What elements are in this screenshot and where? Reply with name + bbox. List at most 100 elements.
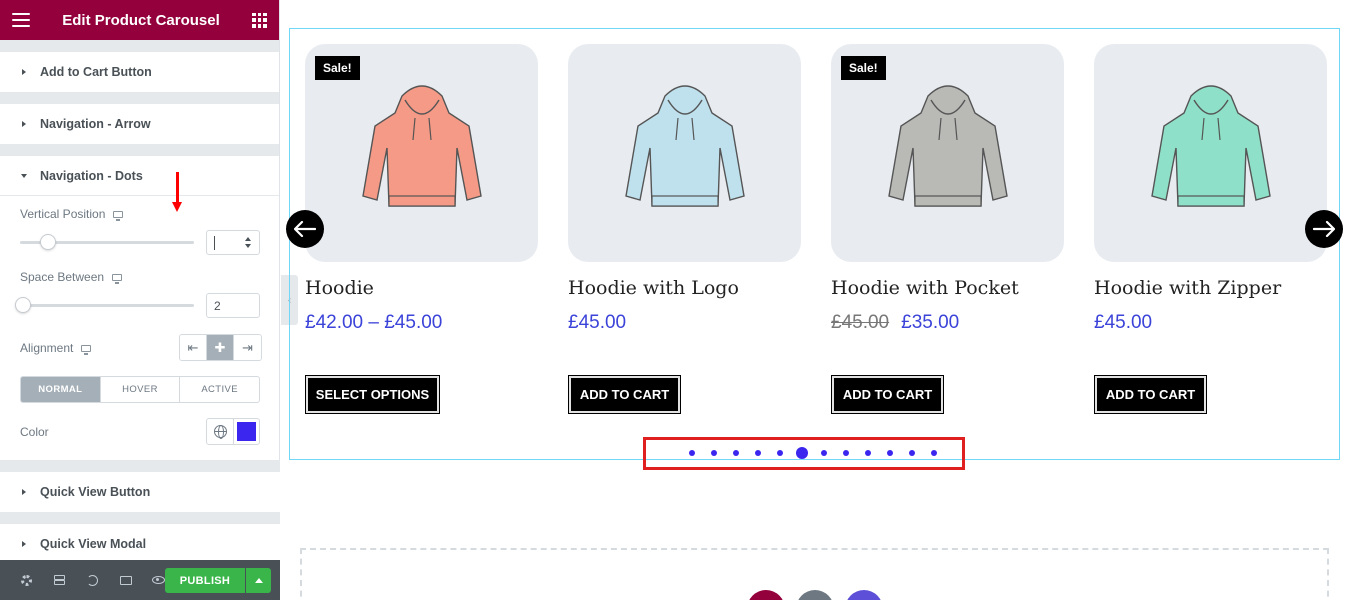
current-price: £35.00 (901, 312, 960, 333)
stepper-icon[interactable] (245, 237, 251, 248)
pagination-dot[interactable] (931, 450, 937, 456)
caret-right-icon (22, 121, 26, 127)
alignment-label: Alignment (20, 341, 74, 355)
add-to-cart-button[interactable]: ADD TO CART (831, 375, 944, 414)
panel-header: Edit Product Carousel (0, 0, 279, 40)
product-card[interactable]: Hoodie with Zipper £45.00 ADD TO CART (1094, 44, 1327, 414)
color-picker (206, 418, 260, 445)
hoodie-illustration (887, 85, 1008, 207)
add-to-cart-button[interactable]: ADD TO CART (568, 375, 681, 414)
responsive-desktop-icon[interactable] (81, 344, 92, 355)
global-colors-icon[interactable] (207, 419, 234, 444)
hoodie-illustration (624, 85, 745, 207)
settings-gear-icon[interactable] (10, 560, 43, 600)
section-navigation-dots[interactable]: Navigation - Dots (0, 156, 279, 196)
hoodie-illustration (361, 85, 482, 207)
vertical-position-slider-handle[interactable] (39, 234, 56, 250)
product-title[interactable]: Hoodie with Logo (568, 277, 801, 299)
caret-right-icon (22, 489, 26, 495)
product-price: £45.00 (568, 312, 801, 334)
product-image[interactable]: Sale! (831, 44, 1064, 262)
current-price: £45.00 (568, 312, 627, 333)
tab-active[interactable]: ACTIVE (180, 377, 259, 402)
caret-right-icon (22, 541, 26, 547)
pagination-dot[interactable] (689, 450, 695, 456)
panel-title: Edit Product Carousel (62, 11, 220, 29)
product-card[interactable]: Sale! Hoodie £42.00 – £45.00 SELECT OPTIONS (305, 44, 538, 414)
tab-hover[interactable]: HOVER (101, 377, 181, 402)
color-swatch[interactable] (237, 422, 256, 441)
pagination-dot[interactable] (777, 450, 783, 456)
product-card[interactable]: Sale! Hoodie with Pocket £45.00 £35.00 ADD T… (831, 44, 1064, 414)
vertical-position-control: Vertical Position (20, 207, 260, 221)
vertical-position-input[interactable] (206, 230, 260, 255)
product-image[interactable] (568, 44, 801, 262)
vertical-position-label: Vertical Position (20, 207, 106, 221)
align-left-icon[interactable]: ⇤ (180, 335, 207, 360)
pagination-dot[interactable] (887, 450, 893, 456)
state-tabs: NORMAL HOVER ACTIVE (20, 376, 260, 403)
product-price: £42.00 – £45.00 (305, 312, 538, 334)
section-quick-view-button[interactable]: Quick View Button (0, 472, 280, 512)
publish-button[interactable]: PUBLISH (165, 568, 245, 593)
space-between-control: Space Between (20, 270, 260, 284)
product-title[interactable]: Hoodie with Zipper (1094, 277, 1327, 299)
section-label: Navigation - Dots (40, 168, 143, 183)
select-options-button[interactable]: SELECT OPTIONS (305, 375, 440, 414)
widgets-grid-icon[interactable] (252, 12, 267, 28)
product-image[interactable] (1094, 44, 1327, 262)
product-title[interactable]: Hoodie (305, 277, 538, 299)
pagination-dot[interactable] (843, 450, 849, 456)
space-between-slider[interactable] (20, 304, 194, 307)
space-between-slider-handle[interactable] (15, 297, 31, 313)
navigator-layers-icon[interactable] (43, 560, 76, 600)
carousel-next-arrow-icon[interactable] (1305, 210, 1343, 248)
pagination-dot[interactable] (821, 450, 827, 456)
pagination-dot-active[interactable] (796, 447, 808, 459)
section-add-to-cart-button[interactable]: Add to Cart Button (0, 52, 279, 92)
section-quick-view-modal[interactable]: Quick View Modal (0, 524, 280, 564)
annotation-arrow-icon (172, 172, 182, 212)
old-price: £45.00 (831, 312, 890, 333)
product-price: £45.00 (1094, 312, 1327, 334)
editor-panel: Edit Product Carousel Add to Cart Button… (0, 0, 280, 600)
section-label: Quick View Modal (40, 537, 147, 551)
hoodie-illustration (1150, 85, 1271, 207)
product-card[interactable]: Hoodie with Logo £45.00 ADD TO CART (568, 44, 801, 414)
responsive-desktop-icon[interactable] (113, 210, 124, 221)
sale-badge: Sale! (315, 56, 360, 80)
caret-down-icon (21, 173, 27, 178)
sale-badge: Sale! (841, 56, 886, 80)
current-price: £45.00 (1094, 312, 1153, 333)
product-title[interactable]: Hoodie with Pocket (831, 277, 1064, 299)
pagination-dot[interactable] (909, 450, 915, 456)
current-price: £42.00 – £45.00 (305, 312, 443, 333)
responsive-mode-icon[interactable] (109, 560, 142, 600)
section-navigation-arrow[interactable]: Navigation - Arrow (0, 104, 279, 144)
panel-footer: PUBLISH (0, 560, 280, 600)
product-price: £45.00 £35.00 (831, 312, 1064, 334)
pagination-dot[interactable] (733, 450, 739, 456)
product-image[interactable]: Sale! (305, 44, 538, 262)
history-icon[interactable] (76, 560, 109, 600)
add-to-cart-button[interactable]: ADD TO CART (1094, 375, 1207, 414)
section-label: Navigation - Arrow (40, 117, 151, 131)
responsive-desktop-icon[interactable] (112, 273, 123, 284)
carousel-prev-arrow-icon[interactable] (286, 210, 324, 248)
publish-options-chevron-icon[interactable] (246, 568, 271, 593)
align-center-icon[interactable]: ✚ (207, 335, 234, 360)
color-swatch-button[interactable] (234, 419, 259, 444)
section-label: Add to Cart Button (40, 65, 152, 79)
alignment-choices: ⇤ ✚ ⇥ (179, 334, 262, 361)
tab-normal[interactable]: NORMAL (21, 377, 101, 402)
color-label: Color (20, 425, 49, 439)
pagination-dot[interactable] (755, 450, 761, 456)
pagination-dot[interactable] (865, 450, 871, 456)
section-label: Quick View Button (40, 485, 151, 499)
caret-right-icon (22, 69, 26, 75)
pagination-dot[interactable] (711, 450, 717, 456)
space-between-input[interactable]: 2 (206, 293, 260, 318)
align-right-icon[interactable]: ⇥ (234, 335, 261, 360)
space-between-label: Space Between (20, 270, 105, 284)
menu-icon[interactable] (12, 13, 30, 27)
